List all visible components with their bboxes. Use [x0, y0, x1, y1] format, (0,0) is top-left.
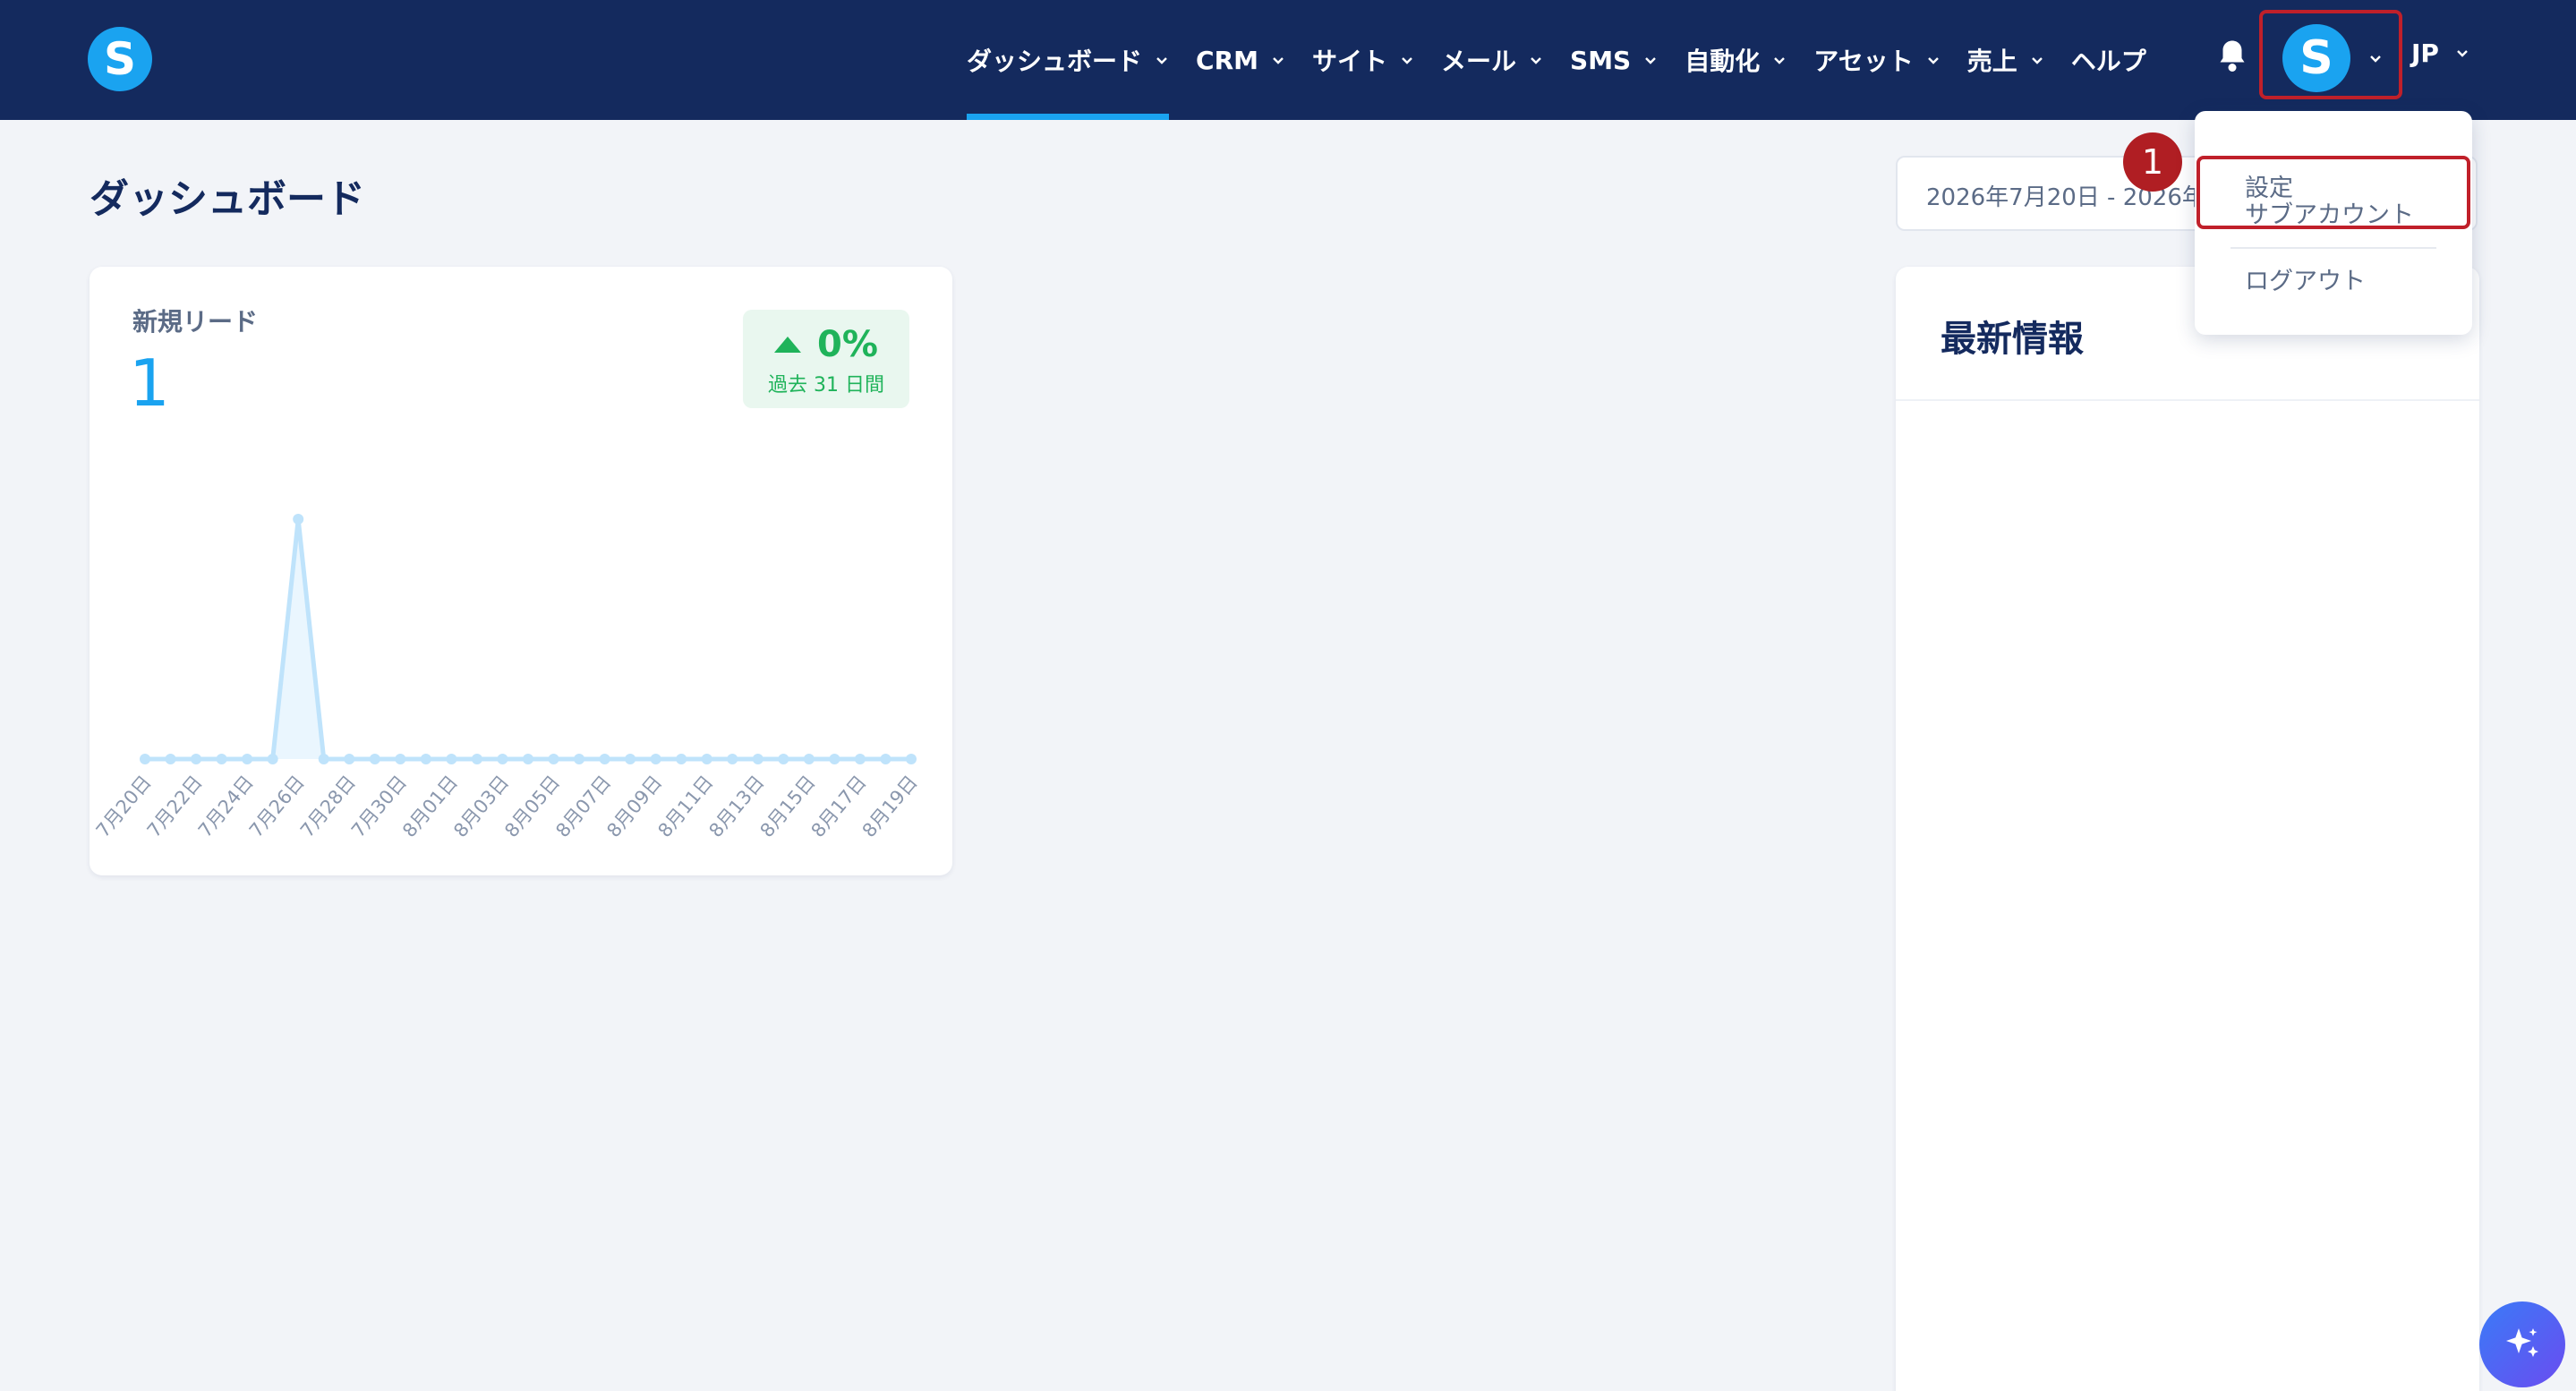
chart-point: [752, 754, 763, 764]
chart-point: [574, 754, 585, 764]
chevron-down-icon: [1774, 57, 1786, 64]
user-dropdown-menu: 設定 サブアカウント ログアウト: [2195, 111, 2472, 335]
news-panel: 最新情報: [1896, 267, 2479, 1391]
nav-item-label: アセット: [1813, 47, 1914, 76]
chart-point: [446, 754, 457, 764]
chart-point: [880, 754, 891, 764]
divider: [1896, 399, 2479, 401]
notification-bell-icon[interactable]: [2216, 38, 2248, 73]
chart-series-line: [145, 516, 911, 762]
language-selector[interactable]: JP: [2411, 0, 2469, 106]
menu-item-logout[interactable]: ログアウト: [2245, 261, 2366, 296]
chart-point: [216, 754, 227, 764]
chart-point: [165, 754, 176, 764]
chevron-down-icon[interactable]: [2368, 51, 2383, 65]
chart-point: [344, 754, 355, 764]
chart-point: [701, 754, 712, 764]
chart-point: [420, 754, 431, 764]
chevron-down-icon: [1531, 57, 1541, 64]
ai-assistant-button[interactable]: [2479, 1301, 2565, 1387]
chart-point: [242, 754, 253, 764]
chart-point: [803, 754, 815, 764]
step-number-badge: 1: [2123, 132, 2182, 192]
nav-item-5[interactable]: 自動化: [1685, 0, 1787, 120]
language-label: JP: [2411, 38, 2439, 68]
chart-point: [676, 754, 687, 764]
chart-point: [854, 754, 866, 764]
nav-item-label: ダッシュボード: [967, 47, 1143, 76]
chevron-down-icon: [1273, 57, 1284, 64]
top-navigation-bar: S ダッシュボード CRM サイト メール SMS 自動化 アセット 売上 ヘルプ S JP: [0, 0, 2576, 120]
chart-point: [650, 754, 661, 764]
nav-item-label: 自動化: [1685, 47, 1761, 76]
x-tick-label: 8月19日: [858, 772, 922, 841]
chart-point: [497, 754, 508, 764]
chart-point: [318, 754, 329, 764]
news-title: 最新情報: [1941, 319, 2084, 360]
chevron-down-icon: [1927, 57, 1939, 64]
menu-divider: [2231, 247, 2436, 249]
chart-point: [625, 754, 636, 764]
nav-item-label: SMS: [1570, 45, 1632, 75]
chevron-down-icon: [1156, 57, 1167, 64]
leads-chart: 7月20日7月22日7月24日7月26日7月28日7月30日8月01日8月03日…: [92, 514, 922, 841]
chart-point: [548, 754, 559, 764]
page-title: ダッシュボード: [90, 176, 365, 222]
chevron-down-icon: [1645, 57, 1657, 64]
chart-point: [471, 754, 482, 764]
nav-item-label: ヘルプ: [2070, 47, 2146, 76]
main-nav: ダッシュボード CRM サイト メール SMS 自動化 アセット 売上 ヘルプ: [967, 0, 2173, 120]
chevron-down-icon: [1402, 57, 1412, 64]
chart-point: [523, 754, 533, 764]
menu-item-subaccount[interactable]: サブアカウント: [2245, 195, 2414, 230]
nav-item-7[interactable]: 売上: [1967, 0, 2044, 120]
chevron-down-icon: [2457, 50, 2468, 57]
chart-point: [727, 754, 738, 764]
chart-point: [395, 754, 406, 764]
chevron-down-icon: [2031, 57, 2043, 64]
nav-item-3[interactable]: メール: [1441, 0, 1543, 120]
nav-item-0[interactable]: ダッシュボード: [967, 0, 1170, 120]
chart-point: [369, 754, 380, 764]
chart-point: [191, 754, 202, 764]
sparkle-icon: [2506, 1328, 2538, 1357]
chart-area: [145, 519, 911, 759]
chart-point: [906, 754, 917, 764]
chart-point: [293, 514, 304, 525]
nav-item-label: CRM: [1196, 45, 1258, 75]
new-leads-card: 新規リード 1 0% 過去 31 日間 7月20日 7月22日 7月24日 7月26日…: [90, 267, 952, 875]
chart-point: [267, 754, 278, 764]
nav-item-label: メール: [1441, 47, 1517, 76]
chart-point: [599, 754, 610, 764]
chart-point: [829, 754, 840, 764]
nav-item-label: サイト: [1312, 47, 1388, 76]
nav-item-1[interactable]: CRM: [1196, 0, 1285, 120]
app-logo[interactable]: S: [88, 27, 152, 91]
nav-item-8[interactable]: ヘルプ: [2071, 0, 2146, 120]
user-avatar[interactable]: S: [2282, 24, 2350, 92]
nav-item-2[interactable]: サイト: [1312, 0, 1414, 120]
nav-item-6[interactable]: アセット: [1813, 0, 1940, 120]
nav-item-label: 売上: [1966, 47, 2017, 76]
chart-point: [778, 754, 789, 764]
nav-item-4[interactable]: SMS: [1570, 0, 1658, 120]
chart-point: [140, 754, 150, 764]
user-menu-trigger[interactable]: S: [2259, 10, 2402, 99]
